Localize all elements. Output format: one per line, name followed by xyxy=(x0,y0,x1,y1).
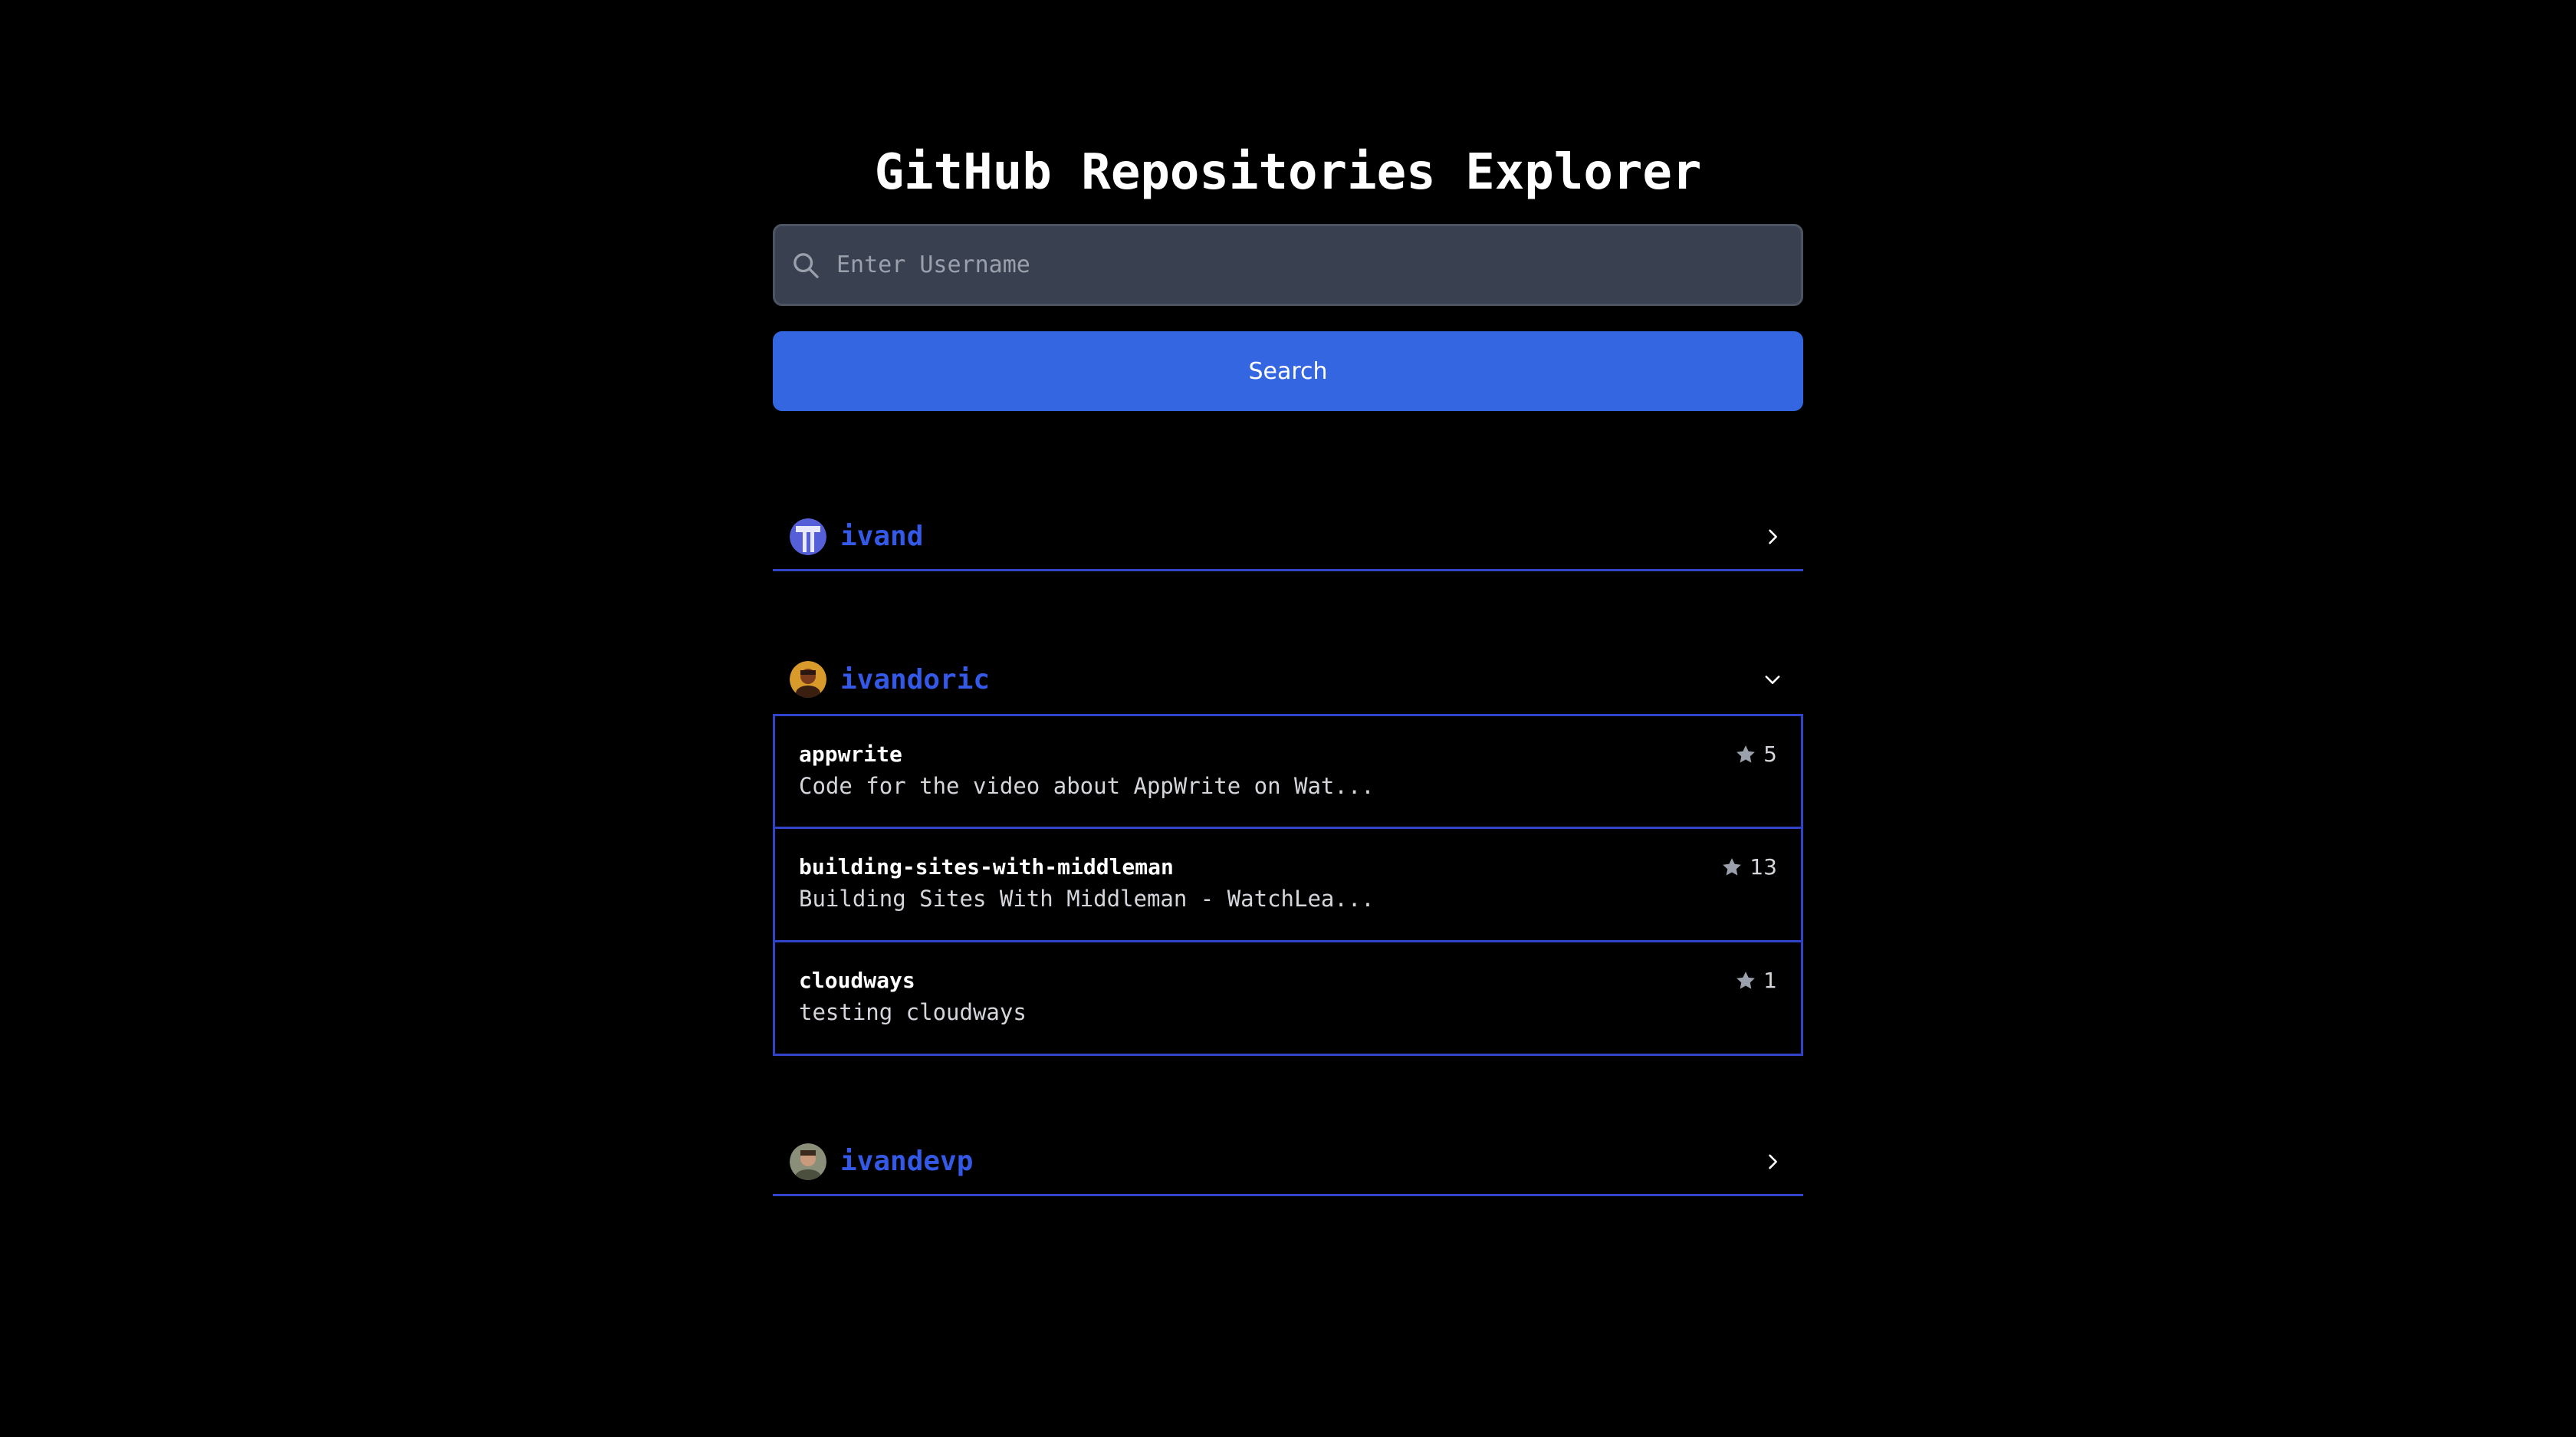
star-icon xyxy=(1737,971,1756,989)
repo-name: appwrite xyxy=(799,742,902,767)
user-accordion-ivand[interactable]: ivand xyxy=(773,504,1803,571)
user-accordion-ivandevp[interactable]: ivandevp xyxy=(773,1129,1803,1196)
search-box[interactable] xyxy=(773,224,1803,306)
repo-item[interactable]: cloudways testing cloudways 1 xyxy=(773,942,1803,1056)
search-button[interactable]: Search xyxy=(773,331,1803,411)
repo-list: appwrite Code for the video about AppWri… xyxy=(773,714,1803,1056)
user-avatar xyxy=(790,518,826,555)
username-label: ivand xyxy=(840,521,924,552)
repo-name: building-sites-with-middleman xyxy=(799,854,1174,880)
chevron-down-icon xyxy=(1765,676,1780,684)
page-title: GitHub Repositories Explorer xyxy=(874,144,1702,201)
username-label: ivandoric xyxy=(840,663,991,695)
star-count: 5 xyxy=(1763,742,1777,767)
repo-description: Code for the video about AppWrite on Wat… xyxy=(799,773,1375,799)
user-avatar xyxy=(790,1143,826,1180)
username-label: ivandevp xyxy=(840,1146,974,1177)
chevron-right-icon xyxy=(1769,1154,1777,1169)
star-count: 1 xyxy=(1763,968,1777,993)
repo-name: cloudways xyxy=(799,968,915,993)
username-search-input[interactable] xyxy=(821,226,1801,304)
user-avatar xyxy=(790,661,826,698)
repo-item[interactable]: building-sites-with-middleman Building S… xyxy=(773,829,1803,942)
chevron-right-icon xyxy=(1769,529,1777,544)
repo-description: testing cloudways xyxy=(799,999,1027,1025)
repo-stars: 5 xyxy=(1734,742,1777,767)
search-icon xyxy=(794,252,819,278)
repo-stars: 13 xyxy=(1720,854,1777,880)
repo-stars: 1 xyxy=(1734,968,1777,993)
user-accordion-ivandoric[interactable]: ivandoric xyxy=(773,646,1803,713)
repo-description: Building Sites With Middleman - WatchLea… xyxy=(799,886,1375,912)
star-icon xyxy=(1723,857,1742,876)
star-icon xyxy=(1737,745,1756,763)
star-count: 13 xyxy=(1750,854,1777,880)
repo-item[interactable]: appwrite Code for the video about AppWri… xyxy=(773,714,1803,829)
